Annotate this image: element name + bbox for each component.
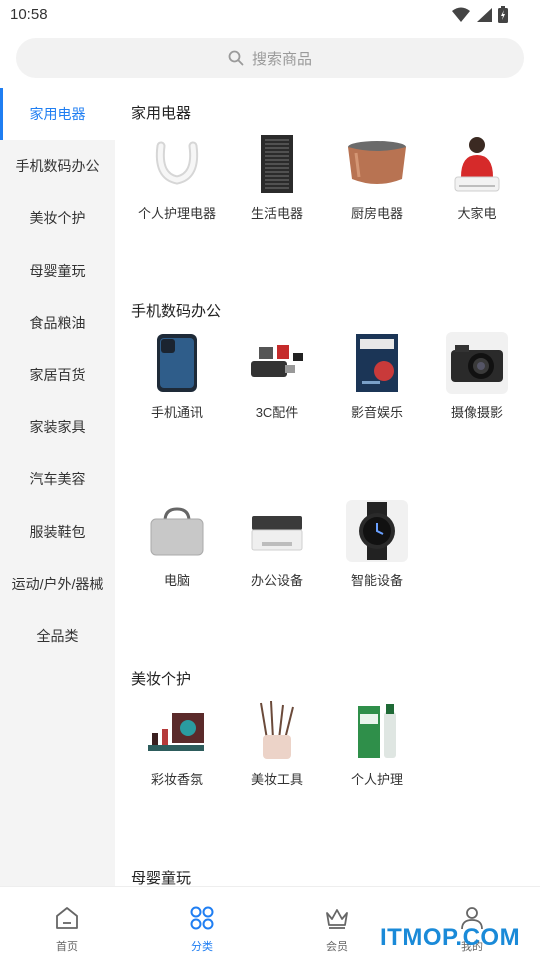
makeup-set-thumbnail [146,699,208,761]
category-tile-makeup-tools[interactable]: 美妆工具 [227,699,327,788]
item-label: 美妆工具 [250,772,303,787]
sidebar-item-label: 全品类 [36,627,79,644]
item-label: 智能设备 [350,573,403,588]
battery-icon [498,6,508,23]
sidebar-item-baby-toys[interactable]: 母婴童玩 [0,245,115,297]
status-icons [452,6,508,23]
category-tile-phones[interactable]: 手机通讯 [127,332,227,421]
sidebar-item-sports[interactable]: 运动/户外/器械 [0,558,115,610]
item-label: 办公设备 [250,573,303,588]
sidebar-item-all[interactable]: 全品类 [0,610,115,662]
sidebar-item-apparel[interactable]: 服装鞋包 [0,506,115,558]
category-content: 家用电器 个人护理电器 生活电器 厨房电器 大家电 手机数码办公 手机通讯 3C… [115,88,540,886]
card-reader-thumbnail [246,332,308,394]
section-title: 美妆个护 [131,671,192,688]
camera-thumbnail [446,332,508,394]
sidebar-item-household[interactable]: 家居百货 [0,349,115,401]
status-bar: 10:58 [0,0,540,32]
rice-cooker-pot-thumbnail [346,133,408,195]
sidebar-item-label: 食品粮油 [29,314,86,331]
category-tile-personal-care-appliance[interactable]: 个人护理电器 [127,133,227,222]
item-label: 3C配件 [255,405,299,420]
item-label: 彩妆香氛 [150,772,203,787]
item-label: 电脑 [163,573,190,588]
sidebar-item-home-appliances[interactable]: 家用电器 [0,88,115,141]
smartphone-thumbnail [146,332,208,394]
category-tile-computers[interactable]: 电脑 [127,500,227,589]
item-label: 个人护理电器 [137,206,216,221]
search-icon [228,50,244,66]
printer-thumbnail [246,500,308,562]
section-title: 手机数码办公 [131,303,222,320]
sidebar-item-label: 美妆个护 [29,210,86,227]
item-label: 个人护理 [350,772,403,787]
item-label: 厨房电器 [350,206,403,221]
item-label: 大家电 [457,206,497,221]
category-tile-office-equipment[interactable]: 办公设备 [227,500,327,589]
category-tile-3c-accessories[interactable]: 3C配件 [227,332,327,421]
nav-label: 分类 [191,941,213,953]
sidebar-item-furniture[interactable]: 家装家具 [0,401,115,453]
major-appliance-thumbnail [446,133,508,195]
category-tile-personal-care[interactable]: 个人护理 [327,699,427,788]
sidebar-item-label: 运动/户外/器械 [11,575,104,592]
watermark: ITMOP.COM [380,924,521,951]
search-bar[interactable]: 搜索商品 [16,38,524,78]
sidebar-item-label: 服装鞋包 [29,523,86,540]
nav-category[interactable]: 分类 [157,887,247,960]
category-tile-makeup-fragrance[interactable]: 彩妆香氛 [127,699,227,788]
crown-icon [326,909,348,929]
smartwatch-thumbnail [346,500,408,562]
sidebar-item-label: 汽车美容 [29,471,86,488]
section-title: 家用电器 [131,105,192,122]
laptop-bag-thumbnail [146,500,208,562]
section-title: 母婴童玩 [131,870,192,886]
category-tile-smart-devices[interactable]: 智能设备 [327,500,427,589]
item-label: 生活电器 [250,206,303,221]
item-label: 摄像摄影 [450,405,503,420]
sidebar-item-beauty[interactable]: 美妆个护 [0,192,115,244]
lens-solution-thumbnail [346,699,408,761]
category-tile-camera[interactable]: 摄像摄影 [427,332,527,421]
sidebar-item-label: 家用电器 [29,106,86,123]
category-tile-major-appliance[interactable]: 大家电 [427,133,527,222]
category-sidebar: 家用电器 手机数码办公 美妆个护 母婴童玩 食品粮油 家居百货 家装家具 汽车美… [0,88,115,886]
sidebar-item-label: 家装家具 [29,419,86,436]
nav-membership[interactable]: 会员 [292,887,382,960]
sidebar-item-digital-office[interactable]: 手机数码办公 [0,140,115,192]
signal-icon [477,7,492,22]
category-tile-life-appliance[interactable]: 生活电器 [227,133,327,222]
air-purifier-thumbnail [246,133,308,195]
item-label: 影音娱乐 [350,405,403,420]
status-time: 10:58 [10,6,48,23]
book-cover-thumbnail [346,332,408,394]
sidebar-item-label: 手机数码办公 [15,158,100,175]
category-tile-audio-video[interactable]: 影音娱乐 [327,332,427,421]
sidebar-item-label: 家居百货 [29,367,86,384]
neck-massager-thumbnail [146,133,208,195]
item-label: 手机通讯 [150,405,203,420]
search-placeholder: 搜索商品 [251,50,312,68]
nav-home[interactable]: 首页 [22,887,112,960]
category-icon [190,906,214,930]
brush-set-thumbnail [246,699,308,761]
home-icon [56,907,78,929]
category-tile-kitchen-appliance[interactable]: 厨房电器 [327,133,427,222]
sidebar-item-label: 母婴童玩 [29,262,86,279]
sidebar-item-auto[interactable]: 汽车美容 [0,453,115,505]
wifi-icon [452,7,470,22]
nav-label: 会员 [326,941,348,953]
nav-label: 首页 [56,941,78,953]
sidebar-item-food[interactable]: 食品粮油 [0,297,115,349]
